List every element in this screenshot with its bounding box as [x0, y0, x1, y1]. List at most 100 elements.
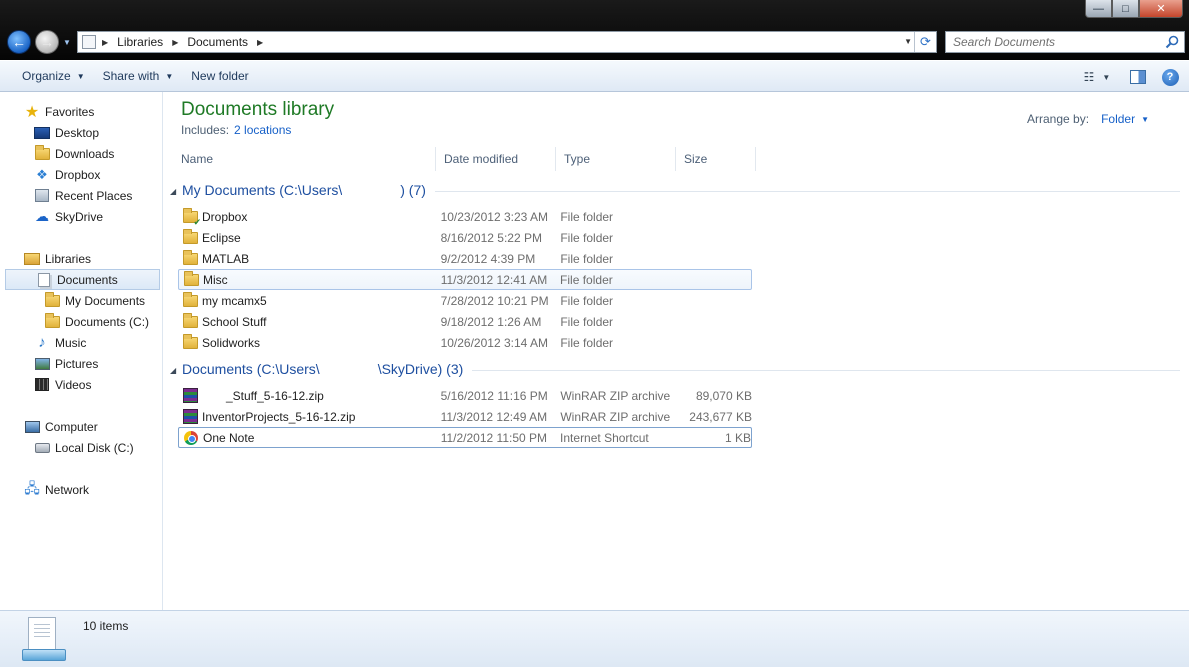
column-name[interactable]: Name: [173, 147, 436, 171]
chevron-right-icon[interactable]: ▶: [172, 38, 178, 47]
search-box[interactable]: [945, 31, 1185, 53]
nav-label: Network: [45, 482, 90, 497]
group-header[interactable]: ◢ Documents (C:\Users\ \SkyDrive) (3): [170, 360, 1180, 380]
back-button[interactable]: ←: [7, 30, 31, 54]
file-type: File folder: [560, 251, 614, 266]
nav-label: SkyDrive: [55, 209, 104, 224]
recent-pages-dropdown[interactable]: ▼: [63, 38, 71, 47]
table-row[interactable]: InventorProjects_5-16-12.zip 11/3/2012 1…: [178, 406, 752, 427]
file-size: 243,677 KB: [689, 409, 752, 424]
refresh-icon: ⟳: [920, 34, 931, 49]
column-type[interactable]: Type: [556, 147, 676, 171]
file-name: Dropbox: [202, 209, 248, 224]
nav-computer[interactable]: Computer: [24, 416, 184, 437]
file-name: School Stuff: [202, 314, 267, 329]
search-input[interactable]: [953, 33, 1163, 51]
table-row[interactable]: _Stuff_5-16-12.zip 5/16/2012 11:16 PM Wi…: [178, 385, 752, 406]
file-date: 8/16/2012 5:22 PM: [440, 230, 542, 245]
desktop-icon: [34, 125, 50, 140]
arrange-by-dropdown[interactable]: Folder: [1101, 112, 1135, 126]
table-row[interactable]: MATLAB 9/2/2012 4:39 PM File folder: [178, 248, 752, 269]
recent-places-icon: [34, 188, 50, 203]
help-icon: ?: [1161, 68, 1179, 86]
window-controls: — □ ✕: [1085, 0, 1183, 18]
caret-down-icon: ▼: [76, 71, 85, 81]
star-icon: ★: [24, 103, 40, 121]
file-date: 9/18/2012 1:26 AM: [440, 314, 542, 329]
close-button[interactable]: ✕: [1139, 0, 1183, 18]
chevron-right-icon[interactable]: ▶: [257, 38, 263, 47]
column-headers: Name Date modified Type Size: [173, 147, 1176, 171]
computer-icon: [24, 419, 40, 434]
collapse-triangle-icon[interactable]: ◢: [170, 366, 182, 375]
file-type: WinRAR ZIP archive: [560, 388, 671, 403]
file-date: 11/3/2012 12:41 AM: [440, 272, 548, 287]
new-folder-button[interactable]: New folder: [182, 64, 257, 88]
help-button[interactable]: ?: [1155, 65, 1185, 89]
details-view-icon: ☷: [1083, 70, 1095, 84]
file-date: 10/23/2012 3:23 AM: [440, 209, 548, 224]
breadcrumb-documents[interactable]: Documents: [187, 35, 248, 49]
folder-icon: [44, 312, 60, 329]
file-type: File folder: [560, 230, 614, 245]
table-row[interactable]: School Stuff 9/18/2012 1:26 AM File fold…: [178, 311, 752, 332]
file-date: 11/3/2012 12:49 AM: [440, 409, 548, 424]
breadcrumb-libraries[interactable]: Libraries: [117, 35, 163, 49]
nav-label: Libraries: [45, 251, 92, 266]
maximize-button[interactable]: □: [1112, 0, 1139, 18]
command-bar: Organize ▼ Share with ▼ New folder ☷ ▼ ?: [0, 60, 1189, 92]
column-date-modified[interactable]: Date modified: [436, 147, 556, 171]
file-type: Internet Shortcut: [560, 430, 649, 445]
preview-pane-button[interactable]: [1123, 65, 1153, 89]
file-name: InventorProjects_5-16-12.zip: [202, 409, 356, 424]
caret-down-icon[interactable]: ▼: [1141, 115, 1149, 124]
table-row[interactable]: Eclipse 8/16/2012 5:22 PM File folder: [178, 227, 752, 248]
folder-icon: [182, 312, 198, 330]
arrange-by: Arrange by: Folder ▼: [1027, 112, 1149, 126]
collapse-triangle-icon[interactable]: ◢: [170, 187, 182, 196]
search-icon[interactable]: [1165, 35, 1179, 49]
nav-network[interactable]: 🖧 Network: [24, 479, 184, 500]
network-icon: 🖧: [24, 479, 40, 496]
file-list-pane: Documents library Includes: 2 locations A…: [164, 92, 1189, 610]
preview-pane-icon: [1130, 70, 1146, 84]
hard-disk-icon: [34, 440, 50, 455]
minimize-button[interactable]: —: [1085, 0, 1112, 18]
navigation-pane: ★ Favorites Desktop Downloads ❖ Dropbox Re…: [0, 92, 163, 610]
winrar-icon: [182, 388, 198, 404]
caret-down-icon: ▼: [1102, 72, 1111, 82]
share-with-menu[interactable]: Share with ▼: [94, 64, 183, 88]
folder-icon: [182, 291, 198, 309]
refresh-button[interactable]: ⟳: [914, 32, 936, 52]
file-size: 1 KB: [724, 430, 751, 445]
nav-favorites[interactable]: ★ Favorites: [24, 101, 184, 122]
group-header[interactable]: ◢ My Documents (C:\Users\) (7): [170, 181, 1180, 201]
downloads-folder-icon: [34, 144, 50, 161]
chevron-right-icon[interactable]: ▶: [102, 38, 108, 47]
table-row[interactable]: my mcamx5 7/28/2012 10:21 PM File folder: [178, 290, 752, 311]
change-view-button[interactable]: ☷ ▼: [1077, 65, 1117, 89]
column-size[interactable]: Size: [676, 147, 756, 171]
videos-icon: [34, 377, 50, 392]
pictures-icon: [34, 356, 50, 371]
address-history-dropdown[interactable]: ▼: [904, 37, 912, 46]
table-row[interactable]: ✔ Dropbox 10/23/2012 3:23 AM File folder: [178, 206, 752, 227]
file-date: 9/2/2012 4:39 PM: [440, 251, 536, 266]
table-row[interactable]: Solidworks 10/26/2012 3:14 AM File folde…: [178, 332, 752, 353]
group-divider: [472, 369, 1180, 371]
nav-libraries[interactable]: Libraries: [24, 248, 184, 269]
documents-library-icon: [22, 617, 66, 663]
dropbox-folder-icon: ✔: [182, 207, 201, 227]
file-name: _Stuff_5-16-12.zip: [226, 388, 324, 403]
file-type: File folder: [560, 335, 614, 350]
table-row-focused[interactable]: One Note 11/2/2012 11:50 PM Internet Sho…: [178, 427, 752, 448]
table-row-hovered[interactable]: Misc 11/3/2012 12:41 AM File folder: [178, 269, 752, 290]
file-type: WinRAR ZIP archive: [560, 409, 671, 424]
includes-locations-link[interactable]: 2 locations: [234, 123, 291, 137]
folder-icon: [182, 249, 198, 267]
organize-menu[interactable]: Organize ▼: [13, 64, 94, 88]
nav-documents[interactable]: Documents: [5, 269, 160, 290]
address-bar[interactable]: ▶ Libraries ▶ Documents ▶ ▼ ⟳: [77, 31, 937, 53]
forward-button[interactable]: →: [35, 30, 59, 54]
nav-label: Recent Places: [55, 188, 133, 203]
